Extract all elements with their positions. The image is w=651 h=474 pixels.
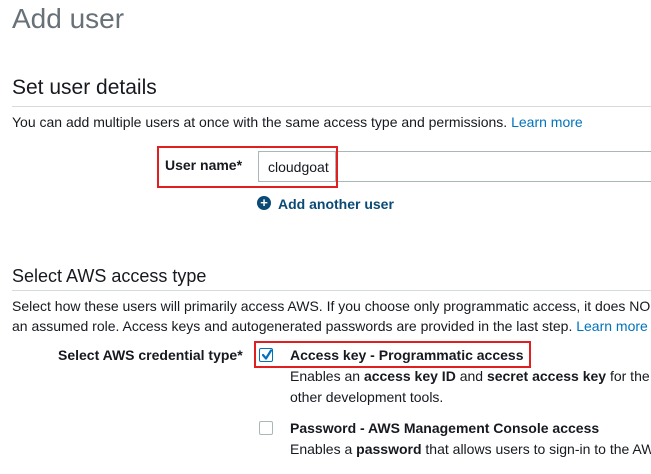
desc-bold: secret access key — [486, 368, 607, 384]
user-name-highlight — [157, 146, 338, 188]
credential-type-label: Select AWS credential type* — [58, 347, 243, 363]
access-key-option-description-line2: other development tools. — [290, 389, 444, 405]
desc-text: that allows users to sign-in to the AW — [421, 441, 651, 457]
desc-text: Enables a — [290, 441, 357, 457]
desc-text: for the — [606, 368, 650, 384]
desc-text: Enables an — [290, 368, 364, 384]
learn-more-link[interactable]: Learn more — [576, 318, 648, 334]
section-title-user-details: Set user details — [12, 76, 157, 99]
access-type-description-line1: Select how these users will primarily ac… — [12, 298, 651, 314]
password-option-title: Password - AWS Management Console access — [290, 420, 600, 436]
user-details-description-text: You can add multiple users at once with … — [12, 114, 508, 130]
learn-more-link[interactable]: Learn more — [511, 114, 583, 130]
user-details-description: You can add multiple users at once with … — [12, 112, 583, 132]
desc-text: and — [455, 368, 487, 384]
access-type-description-line2: an assumed role. Access keys and autogen… — [12, 316, 648, 336]
password-option-description: Enables a password that allows users to … — [290, 439, 651, 460]
section-title-access-type: Select AWS access type — [12, 266, 207, 286]
plus-circle-icon[interactable]: + — [257, 196, 271, 210]
access-type-description-text: an assumed role. Access keys and autogen… — [12, 318, 573, 334]
page-title: Add user — [12, 3, 125, 34]
section-divider — [12, 106, 651, 107]
add-another-user-link[interactable]: Add another user — [278, 196, 394, 212]
desc-bold: access key ID — [363, 368, 456, 384]
access-key-highlight — [254, 341, 531, 368]
desc-bold: password — [356, 441, 422, 457]
password-checkbox[interactable] — [259, 421, 273, 435]
access-key-option-description: Enables an access key ID and secret acce… — [290, 366, 650, 387]
section-divider — [12, 290, 651, 291]
